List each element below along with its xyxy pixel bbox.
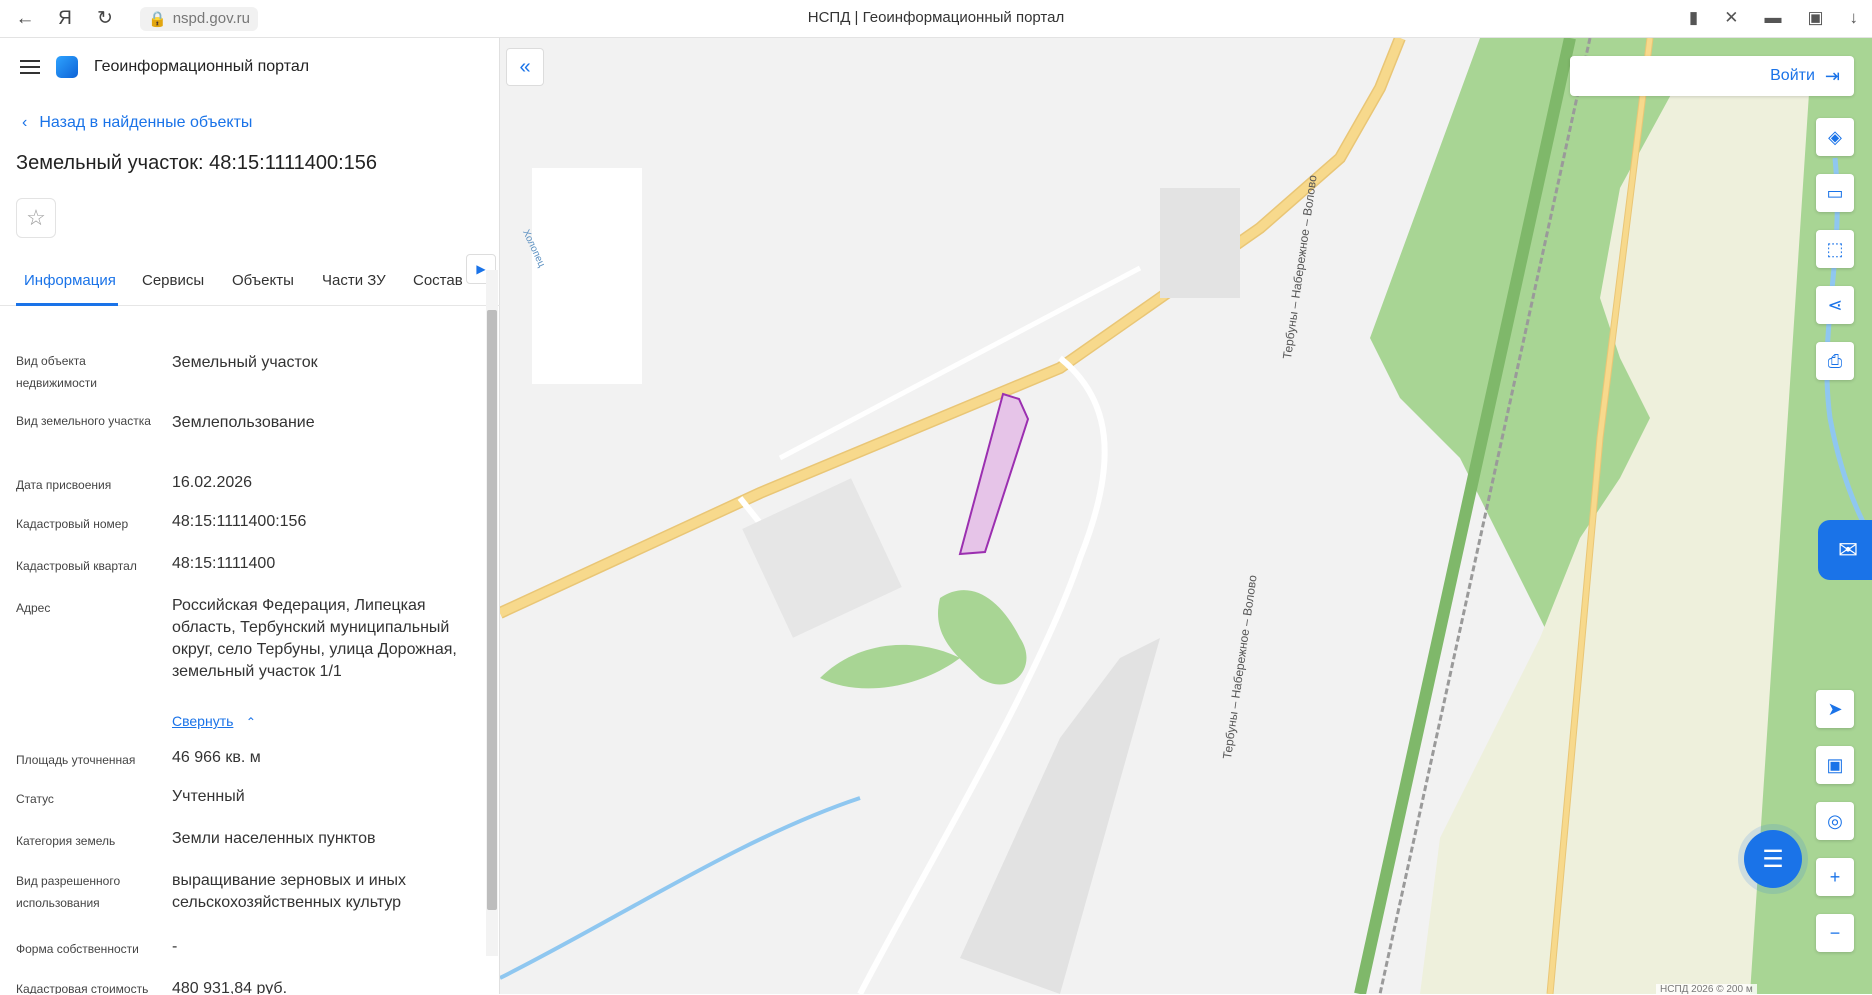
field-label: Статус: [16, 792, 54, 806]
field-label: Кадастровая стоимость: [16, 982, 149, 994]
service-road: [778, 265, 1142, 461]
green-patch: [938, 590, 1027, 685]
field-value: 48:15:1111400:156: [172, 513, 307, 530]
field-label: Кадастровый номер: [16, 517, 129, 531]
field-value: Учтенный: [172, 788, 245, 805]
field-label: Вид земельного участка: [16, 414, 151, 428]
back-icon[interactable]: ←: [14, 8, 36, 30]
active-tab-indicator: [16, 303, 118, 306]
tab-info[interactable]: Информация: [24, 272, 116, 289]
lock-icon: 🔒: [148, 10, 167, 28]
object-panel: Геоинформационный портал ‹ Назад в найде…: [0, 38, 500, 994]
zoom-out-icon[interactable]: −: [1816, 914, 1854, 952]
field-label: Форма собственности: [16, 942, 139, 956]
field-value: Земельный участок: [172, 354, 318, 371]
collections-icon[interactable]: ▣: [1807, 8, 1823, 28]
tab-composition[interactable]: Состав: [413, 272, 463, 289]
stream: [500, 796, 861, 980]
favorite-button[interactable]: ☆: [16, 198, 56, 238]
url-text: nspd.gov.ru: [172, 10, 250, 27]
browser-actions: ▮ ✕ ▬ ▣ ↓: [1689, 8, 1858, 28]
star-icon: ☆: [26, 205, 46, 230]
info-scrollbar[interactable]: [486, 270, 498, 956]
login-icon: ⇥: [1824, 65, 1840, 86]
assistant-icon[interactable]: ✉: [1818, 520, 1872, 580]
field-label: Адрес: [16, 601, 51, 615]
brand-title: Геоинформационный портал: [94, 58, 310, 75]
info-list: Вид объекта недвижимости Земельный участ…: [0, 308, 486, 994]
field-label: Кадастровый квартал: [16, 559, 137, 573]
chevron-up-icon: ⌃: [245, 715, 256, 729]
tab-services[interactable]: Сервисы: [142, 272, 204, 289]
extension-icon[interactable]: ✕: [1724, 8, 1738, 28]
collapse-link: Свернуть: [172, 713, 234, 729]
object-title: Земельный участок: 48:15:1111400:156: [16, 152, 378, 174]
login-button[interactable]: Войти ⇥: [1570, 56, 1854, 96]
field-value: 16.02.2026: [172, 474, 253, 491]
geolocation-icon[interactable]: ◎: [1816, 802, 1854, 840]
industrial-zone: [960, 638, 1160, 994]
field-value: -: [172, 938, 178, 955]
field-value: 480 931,84 руб.: [172, 980, 288, 994]
field-label: Вид разрешенного использования: [16, 874, 121, 910]
minimap-icon[interactable]: ▣: [1816, 746, 1854, 784]
field-value: 48:15:1111400: [172, 555, 276, 572]
tab-objects[interactable]: Объекты: [232, 272, 294, 289]
field-value: выращивание зерновых и иных сельскохозяй…: [172, 872, 407, 911]
map-attribution: НСПД 2026 © 200 м: [1656, 984, 1757, 995]
address-bar[interactable]: 🔒 nspd.gov.ru: [140, 6, 258, 31]
warehouse-lot: [742, 478, 902, 638]
collapse-panel-button[interactable]: «: [506, 48, 544, 86]
logo-icon: [56, 56, 78, 78]
browser-nav: ← Я ↻: [0, 7, 140, 30]
reload-icon[interactable]: ↻: [94, 7, 116, 30]
chevron-left-icon: ‹: [22, 114, 28, 131]
layers-icon[interactable]: ◈: [1816, 118, 1854, 156]
tab-parts[interactable]: Части ЗУ: [322, 272, 386, 289]
green-patch-2: [820, 644, 960, 689]
login-label: Войти: [1770, 67, 1815, 84]
print-icon[interactable]: ⎙: [1816, 342, 1854, 380]
select-area-icon[interactable]: ⬚: [1816, 230, 1854, 268]
chat-icon[interactable]: ☰: [1744, 830, 1802, 888]
field-label: Площадь уточненная: [16, 753, 136, 767]
scrollbar-thumb[interactable]: [487, 310, 497, 910]
field-value: Российская Федерация, Липецкая область, …: [172, 597, 457, 680]
browser-toolbar: ← Я ↻ 🔒 nspd.gov.ru НСПД | Геоинформацио…: [0, 0, 1872, 38]
field-label: Дата присвоения: [16, 478, 112, 492]
field-value: Землепользование: [172, 414, 315, 431]
map-canvas[interactable]: Тербуны – Набережное – Волово Тербуны – …: [500, 38, 1872, 994]
ruler-icon[interactable]: ▭: [1816, 174, 1854, 212]
field-value: Земли населенных пунктов: [172, 830, 376, 847]
field-label: Категория земель: [16, 834, 116, 848]
back-to-results-link[interactable]: ‹ Назад в найденные объекты: [22, 114, 252, 132]
land-parcel: [958, 392, 1030, 556]
east-lot: [1160, 188, 1240, 298]
field-value: 46 966 кв. м: [172, 749, 261, 766]
map-graphics: [500, 38, 1872, 994]
locate-icon[interactable]: ➤: [1816, 690, 1854, 728]
download-icon[interactable]: ↓: [1850, 8, 1859, 28]
tab-bar: Информация Сервисы Объекты Части ЗУ Сост…: [0, 256, 500, 306]
redacted-area: [532, 168, 642, 384]
bookmark-icon[interactable]: ▮: [1689, 8, 1698, 28]
field-label: Вид объекта недвижимости: [16, 354, 97, 390]
share-icon[interactable]: ⋖: [1816, 286, 1854, 324]
menu-icon[interactable]: [20, 60, 40, 74]
zoom-in-icon[interactable]: +: [1816, 858, 1854, 896]
yandex-icon[interactable]: Я: [54, 8, 76, 30]
wallet-icon[interactable]: ▬: [1764, 8, 1781, 28]
collapse-toggle[interactable]: Свернуть ⌃: [172, 713, 256, 731]
back-link-label: Назад в найденные объекты: [39, 114, 253, 131]
brand: Геоинформационный портал: [20, 56, 309, 78]
page-title: НСПД | Геоинформационный портал: [807, 9, 1065, 26]
